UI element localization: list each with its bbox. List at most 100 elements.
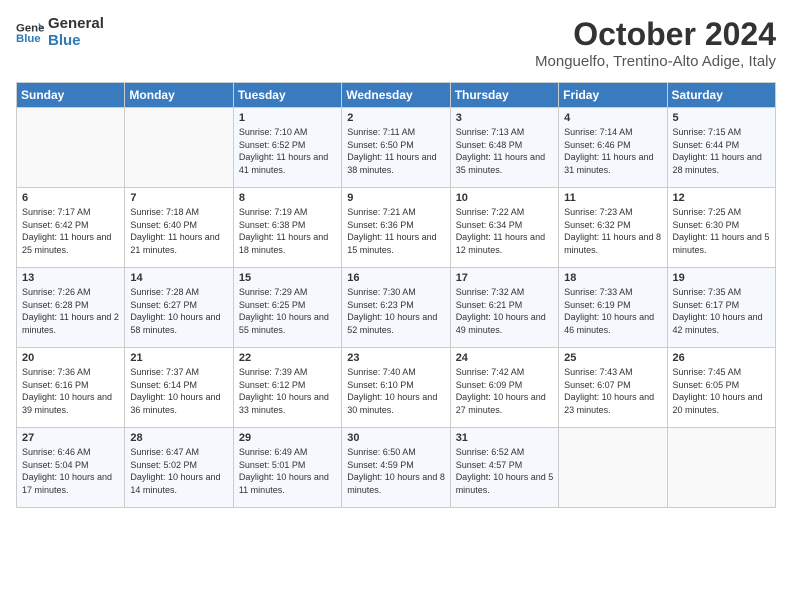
day-number: 16 <box>347 272 445 284</box>
calendar-week-3: 13 Sunrise: 7:26 AMSunset: 6:28 PMDayligh… <box>17 268 776 348</box>
calendar-week-1: 1 Sunrise: 7:10 AMSunset: 6:52 PMDaylight… <box>17 108 776 188</box>
day-number: 30 <box>347 432 445 444</box>
calendar-cell: 25 Sunrise: 7:43 AMSunset: 6:07 PMDayligh… <box>559 348 667 428</box>
day-detail: Sunrise: 7:21 AMSunset: 6:36 PMDaylight:… <box>347 206 445 256</box>
calendar-cell: 15 Sunrise: 7:29 AMSunset: 6:25 PMDayligh… <box>233 268 341 348</box>
weekday-header-saturday: Saturday <box>667 83 775 108</box>
calendar-week-2: 6Sunrise: 7:17 AMSunset: 6:42 PMDaylight… <box>17 188 776 268</box>
day-detail: Sunrise: 7:25 AMSunset: 6:30 PMDaylight:… <box>673 206 771 256</box>
day-number: 18 <box>564 272 662 284</box>
calendar-cell <box>667 428 775 508</box>
day-number: 28 <box>130 432 228 444</box>
day-detail: Sunrise: 7:23 AMSunset: 6:32 PMDaylight:… <box>564 206 662 256</box>
day-detail: Sunrise: 7:43 AMSunset: 6:07 PMDaylight:… <box>564 366 662 416</box>
calendar-cell: 12Sunrise: 7:25 AMSunset: 6:30 PMDayligh… <box>667 188 775 268</box>
day-detail: Sunrise: 6:50 AMSunset: 4:59 PMDaylight:… <box>347 446 445 496</box>
day-number: 13 <box>22 272 120 284</box>
calendar-week-4: 20 Sunrise: 7:36 AMSunset: 6:16 PMDayligh… <box>17 348 776 428</box>
calendar-cell: 5 Sunrise: 7:15 AMSunset: 6:44 PMDaylight… <box>667 108 775 188</box>
day-number: 14 <box>130 272 228 284</box>
day-detail: Sunrise: 7:15 AMSunset: 6:44 PMDaylight:… <box>673 126 771 176</box>
weekday-header-row: SundayMondayTuesdayWednesdayThursdayFrid… <box>17 83 776 108</box>
calendar-cell <box>559 428 667 508</box>
calendar-cell: 22 Sunrise: 7:39 AMSunset: 6:12 PMDayligh… <box>233 348 341 428</box>
day-detail: Sunrise: 7:42 AMSunset: 6:09 PMDaylight:… <box>456 366 554 416</box>
day-detail: Sunrise: 7:22 AMSunset: 6:34 PMDaylight:… <box>456 206 554 256</box>
day-detail: Sunrise: 7:36 AMSunset: 6:16 PMDaylight:… <box>22 366 120 416</box>
calendar-cell: 26Sunrise: 7:45 AMSunset: 6:05 PMDayligh… <box>667 348 775 428</box>
day-number: 22 <box>239 352 337 364</box>
calendar-cell: 4Sunrise: 7:14 AMSunset: 6:46 PMDaylight… <box>559 108 667 188</box>
calendar-cell: 9 Sunrise: 7:21 AMSunset: 6:36 PMDaylight… <box>342 188 450 268</box>
calendar-cell: 20 Sunrise: 7:36 AMSunset: 6:16 PMDayligh… <box>17 348 125 428</box>
day-detail: Sunrise: 6:52 AMSunset: 4:57 PMDaylight:… <box>456 446 554 496</box>
weekday-header-thursday: Thursday <box>450 83 558 108</box>
calendar-week-5: 27Sunrise: 6:46 AMSunset: 5:04 PMDayligh… <box>17 428 776 508</box>
day-number: 15 <box>239 272 337 284</box>
logo-text-general: General <box>48 16 104 33</box>
calendar-cell: 29Sunrise: 6:49 AMSunset: 5:01 PMDayligh… <box>233 428 341 508</box>
day-detail: Sunrise: 7:32 AMSunset: 6:21 PMDaylight:… <box>456 286 554 336</box>
calendar-cell: 24 Sunrise: 7:42 AMSunset: 6:09 PMDayligh… <box>450 348 558 428</box>
day-number: 10 <box>456 192 554 204</box>
day-detail: Sunrise: 7:33 AMSunset: 6:19 PMDaylight:… <box>564 286 662 336</box>
day-detail: Sunrise: 6:47 AMSunset: 5:02 PMDaylight:… <box>130 446 228 496</box>
day-number: 3 <box>456 112 554 124</box>
day-detail: Sunrise: 7:19 AMSunset: 6:38 PMDaylight:… <box>239 206 337 256</box>
day-number: 1 <box>239 112 337 124</box>
day-number: 7 <box>130 192 228 204</box>
calendar-cell: 17 Sunrise: 7:32 AMSunset: 6:21 PMDayligh… <box>450 268 558 348</box>
calendar-cell: 11Sunrise: 7:23 AMSunset: 6:32 PMDayligh… <box>559 188 667 268</box>
day-detail: Sunrise: 7:40 AMSunset: 6:10 PMDaylight:… <box>347 366 445 416</box>
day-detail: Sunrise: 6:46 AMSunset: 5:04 PMDaylight:… <box>22 446 120 496</box>
day-detail: Sunrise: 7:30 AMSunset: 6:23 PMDaylight:… <box>347 286 445 336</box>
calendar-cell: 14 Sunrise: 7:28 AMSunset: 6:27 PMDayligh… <box>125 268 233 348</box>
day-number: 24 <box>456 352 554 364</box>
calendar-cell: 21Sunrise: 7:37 AMSunset: 6:14 PMDayligh… <box>125 348 233 428</box>
page-header: General Blue General Blue October 2024 M… <box>16 16 776 70</box>
calendar-cell: 3Sunrise: 7:13 AMSunset: 6:48 PMDaylight… <box>450 108 558 188</box>
day-number: 8 <box>239 192 337 204</box>
calendar-cell: 13 Sunrise: 7:26 AMSunset: 6:28 PMDayligh… <box>17 268 125 348</box>
day-number: 5 <box>673 112 771 124</box>
day-number: 29 <box>239 432 337 444</box>
title-block: October 2024 Monguelfo, Trentino-Alto Ad… <box>535 16 776 70</box>
calendar-cell: 6Sunrise: 7:17 AMSunset: 6:42 PMDaylight… <box>17 188 125 268</box>
calendar-cell: 31Sunrise: 6:52 AMSunset: 4:57 PMDayligh… <box>450 428 558 508</box>
calendar-cell: 28 Sunrise: 6:47 AMSunset: 5:02 PMDayligh… <box>125 428 233 508</box>
day-number: 6 <box>22 192 120 204</box>
calendar-cell <box>17 108 125 188</box>
weekday-header-wednesday: Wednesday <box>342 83 450 108</box>
month-title: October 2024 <box>535 16 776 53</box>
day-detail: Sunrise: 7:11 AMSunset: 6:50 PMDaylight:… <box>347 126 445 176</box>
day-detail: Sunrise: 7:10 AMSunset: 6:52 PMDaylight:… <box>239 126 337 176</box>
day-detail: Sunrise: 7:37 AMSunset: 6:14 PMDaylight:… <box>130 366 228 416</box>
day-detail: Sunrise: 7:14 AMSunset: 6:46 PMDaylight:… <box>564 126 662 176</box>
day-number: 17 <box>456 272 554 284</box>
day-detail: Sunrise: 7:39 AMSunset: 6:12 PMDaylight:… <box>239 366 337 416</box>
calendar-cell: 23 Sunrise: 7:40 AMSunset: 6:10 PMDayligh… <box>342 348 450 428</box>
day-detail: Sunrise: 7:26 AMSunset: 6:28 PMDaylight:… <box>22 286 120 336</box>
day-number: 20 <box>22 352 120 364</box>
calendar-cell: 1 Sunrise: 7:10 AMSunset: 6:52 PMDaylight… <box>233 108 341 188</box>
day-detail: Sunrise: 7:18 AMSunset: 6:40 PMDaylight:… <box>130 206 228 256</box>
location-subtitle: Monguelfo, Trentino-Alto Adige, Italy <box>535 53 776 70</box>
calendar-cell: 2Sunrise: 7:11 AMSunset: 6:50 PMDaylight… <box>342 108 450 188</box>
calendar-cell: 27Sunrise: 6:46 AMSunset: 5:04 PMDayligh… <box>17 428 125 508</box>
logo: General Blue General Blue <box>16 16 104 49</box>
calendar-cell: 18 Sunrise: 7:33 AMSunset: 6:19 PMDayligh… <box>559 268 667 348</box>
day-detail: Sunrise: 7:35 AMSunset: 6:17 PMDaylight:… <box>673 286 771 336</box>
day-number: 25 <box>564 352 662 364</box>
svg-text:Blue: Blue <box>16 32 41 44</box>
logo-icon: General Blue <box>16 19 44 47</box>
day-detail: Sunrise: 7:28 AMSunset: 6:27 PMDaylight:… <box>130 286 228 336</box>
day-number: 9 <box>347 192 445 204</box>
day-detail: Sunrise: 7:29 AMSunset: 6:25 PMDaylight:… <box>239 286 337 336</box>
calendar-cell: 10 Sunrise: 7:22 AMSunset: 6:34 PMDayligh… <box>450 188 558 268</box>
calendar-cell: 16 Sunrise: 7:30 AMSunset: 6:23 PMDayligh… <box>342 268 450 348</box>
calendar-cell: 19Sunrise: 7:35 AMSunset: 6:17 PMDayligh… <box>667 268 775 348</box>
weekday-header-sunday: Sunday <box>17 83 125 108</box>
calendar-cell: 30 Sunrise: 6:50 AMSunset: 4:59 PMDayligh… <box>342 428 450 508</box>
day-number: 23 <box>347 352 445 364</box>
calendar-cell: 8 Sunrise: 7:19 AMSunset: 6:38 PMDaylight… <box>233 188 341 268</box>
